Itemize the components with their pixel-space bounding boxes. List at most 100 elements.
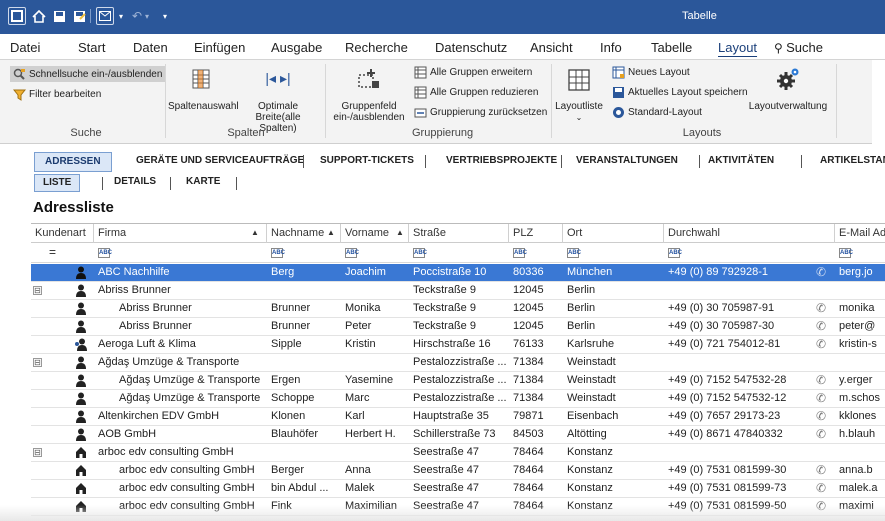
layout-manager-button[interactable]: Layoutverwaltung: [746, 65, 830, 125]
column-header-strasse[interactable]: Straße: [409, 224, 509, 243]
text-filter-icon[interactable]: ABC: [567, 248, 581, 258]
menu-start[interactable]: Start: [78, 40, 105, 55]
mail-icon[interactable]: [96, 7, 114, 25]
table-row[interactable]: Altenkirchen EDV GmbH Klonen Karl Hauptstra…: [31, 408, 885, 426]
standard-layout-button[interactable]: Standard-Layout: [612, 106, 702, 119]
text-filter-icon[interactable]: ABC: [271, 248, 285, 258]
menu-datenschutz[interactable]: Datenschutz: [435, 40, 507, 55]
collapse-all-groups-button[interactable]: Alle Gruppen reduzieren: [414, 86, 538, 99]
table-row[interactable]: Ağdaş Umzüge & Transporte Ergen Yasemine Pe…: [31, 372, 885, 390]
collapse-group-icon[interactable]: ⊟: [33, 448, 42, 457]
phone-dial-icon[interactable]: ✆: [816, 265, 826, 279]
menu-recherche[interactable]: Recherche: [345, 40, 408, 55]
expand-all-groups-button[interactable]: Alle Gruppen erweitern: [414, 66, 532, 79]
table-row[interactable]: arboc edv consulting GmbH bin Abdul ... Ma…: [31, 480, 885, 498]
menu-layout[interactable]: Layout: [718, 40, 757, 55]
tab-veranstaltungen[interactable]: VERANSTALTUNGEN: [566, 152, 688, 172]
contact-person-icon: [76, 410, 86, 423]
table-row[interactable]: ⊟ Ağdaş Umzüge & Transporte Pestalozzistra…: [31, 354, 885, 372]
tab-artikelstamm[interactable]: ARTIKELSTAMM: [810, 152, 885, 172]
standard-layout-label: Standard-Layout: [628, 107, 702, 118]
reset-grouping-button[interactable]: Gruppierung zurücksetzen: [414, 106, 547, 119]
phone-dial-icon[interactable]: ✆: [816, 301, 826, 315]
menu-ausgabe[interactable]: Ausgabe: [271, 40, 322, 55]
save-as-icon[interactable]: [70, 7, 88, 25]
cell-ort: Altötting: [567, 428, 607, 440]
collapse-group-icon[interactable]: ⊟: [33, 358, 42, 367]
cell-durchwahl: +49 (0) 30 705987-30: [668, 320, 775, 332]
tab-aktivitaeten[interactable]: AKTIVITÄTEN: [698, 152, 784, 172]
cell-nachname: [267, 282, 341, 300]
filter-edit-button[interactable]: Filter bearbeiten: [12, 86, 101, 102]
quicksearch-toggle-button[interactable]: Schnellsuche ein-/ausblenden: [10, 66, 166, 82]
text-filter-icon[interactable]: ABC: [839, 248, 853, 258]
table-row[interactable]: Aeroga Luft & Klima Sipple Kristin Hirschst…: [31, 336, 885, 354]
table-row[interactable]: AOB GmbH Blauhöfer Herbert H. Schillerstraß…: [31, 426, 885, 444]
app-icon[interactable]: [8, 7, 26, 25]
layout-list-button[interactable]: Layoutliste ⌄: [554, 65, 604, 125]
save-icon[interactable]: [50, 7, 68, 25]
chevron-down-icon[interactable]: ▾: [116, 7, 126, 25]
phone-dial-icon[interactable]: ✆: [816, 427, 826, 441]
cell-durchwahl: +49 (0) 7657 29173-23: [668, 410, 781, 422]
group-label-spalten: Spalten: [227, 127, 265, 139]
table-row[interactable]: Abriss Brunner Brunner Monika Teckstraße 9 1…: [31, 300, 885, 318]
menu-daten[interactable]: Daten: [133, 40, 168, 55]
text-filter-icon[interactable]: ABC: [345, 248, 359, 258]
cell-email: anna.b: [839, 464, 873, 476]
cell-durchwahl: +49 (0) 89 792928-1: [668, 266, 768, 278]
column-header-plz[interactable]: PLZ: [509, 224, 563, 243]
phone-dial-icon[interactable]: ✆: [816, 481, 826, 495]
subtab-karte[interactable]: KARTE: [178, 174, 228, 192]
column-select-button[interactable]: Spaltenauswahl: [168, 65, 239, 125]
home-icon[interactable]: [30, 7, 48, 25]
optimal-width-button[interactable]: |◂ ▸| Optimale Breite(alle Spalten): [238, 65, 318, 134]
column-header-nachname[interactable]: Nachname ▲: [267, 224, 341, 243]
phone-dial-icon[interactable]: ✆: [816, 391, 826, 405]
table-row[interactable]: Ağdaş Umzüge & Transporte Schoppe Marc Pest…: [31, 390, 885, 408]
filter-operator[interactable]: =: [49, 245, 56, 259]
phone-dial-icon[interactable]: ✆: [816, 373, 826, 387]
phone-dial-icon[interactable]: ✆: [816, 319, 826, 333]
column-header-ort[interactable]: Ort: [563, 224, 664, 243]
table-row[interactable]: ⊟ Abriss Brunner Teckstraße 9 12045 Berlin: [31, 282, 885, 300]
menu-datei[interactable]: Datei: [10, 40, 40, 55]
column-header-firma[interactable]: Firma ▲: [94, 224, 267, 243]
cell-vorname: Marc: [345, 392, 370, 404]
subtab-liste[interactable]: LISTE: [34, 174, 81, 192]
column-header-kundenart[interactable]: Kundenart: [31, 224, 94, 243]
new-layout-button[interactable]: Neues Layout: [612, 66, 690, 79]
chevron-down-icon[interactable]: ▾: [142, 7, 152, 25]
menu-tabelle[interactable]: Tabelle: [651, 40, 692, 55]
column-header-vorname[interactable]: Vorname ▲: [341, 224, 409, 243]
phone-dial-icon[interactable]: ✆: [816, 337, 826, 351]
text-filter-icon[interactable]: ABC: [98, 248, 112, 258]
column-header-email[interactable]: E-Mail Ad: [835, 224, 885, 243]
save-layout-button[interactable]: Aktuelles Layout speichern: [612, 86, 748, 99]
menu-einfuegen[interactable]: Einfügen: [194, 40, 245, 55]
text-filter-icon[interactable]: ABC: [513, 248, 527, 258]
column-header-durchwahl[interactable]: Durchwahl: [664, 224, 835, 243]
cell-nachname: bin Abdul ...: [271, 482, 329, 494]
subtab-details[interactable]: DETAILS: [106, 174, 164, 192]
text-filter-icon[interactable]: ABC: [668, 248, 682, 258]
tab-vertriebsprojekte[interactable]: VERTRIEBSPROJEKTE: [436, 152, 567, 172]
tab-support-tickets[interactable]: SUPPORT-TICKETS: [310, 152, 424, 172]
customize-icon[interactable]: ▾: [160, 7, 170, 25]
menu-info[interactable]: Info: [600, 40, 622, 55]
table-row[interactable]: ⊟ arboc edv consulting GmbH Seestraße 47 78…: [31, 444, 885, 462]
phone-dial-icon[interactable]: ✆: [816, 463, 826, 477]
tab-geraete[interactable]: GERÄTE UND SERVICEAUFTRÄGE: [126, 152, 314, 172]
filter-row: = ABC ABC ABC ABC ABC ABC ABC ABC: [31, 243, 885, 263]
menu-suche[interactable]: ⚲ Suche: [774, 40, 823, 55]
text-filter-icon[interactable]: ABC: [413, 248, 427, 258]
table-row[interactable]: ABC Nachhilfe Berg Joachim Poccistraße 10 80…: [31, 264, 885, 282]
phone-dial-icon[interactable]: ✆: [816, 409, 826, 423]
collapse-group-icon[interactable]: ⊟: [33, 286, 42, 295]
table-row[interactable]: Abriss Brunner Brunner Peter Teckstraße 9 12…: [31, 318, 885, 336]
menu-ansicht[interactable]: Ansicht: [530, 40, 573, 55]
group-field-toggle-button[interactable]: Gruppenfeld ein-/ausblenden: [328, 65, 410, 125]
table-row[interactable]: arboc edv consulting GmbH Berger Anna Seest…: [31, 462, 885, 480]
tab-adressen[interactable]: ADRESSEN: [34, 152, 112, 172]
cell-email: [835, 282, 885, 300]
